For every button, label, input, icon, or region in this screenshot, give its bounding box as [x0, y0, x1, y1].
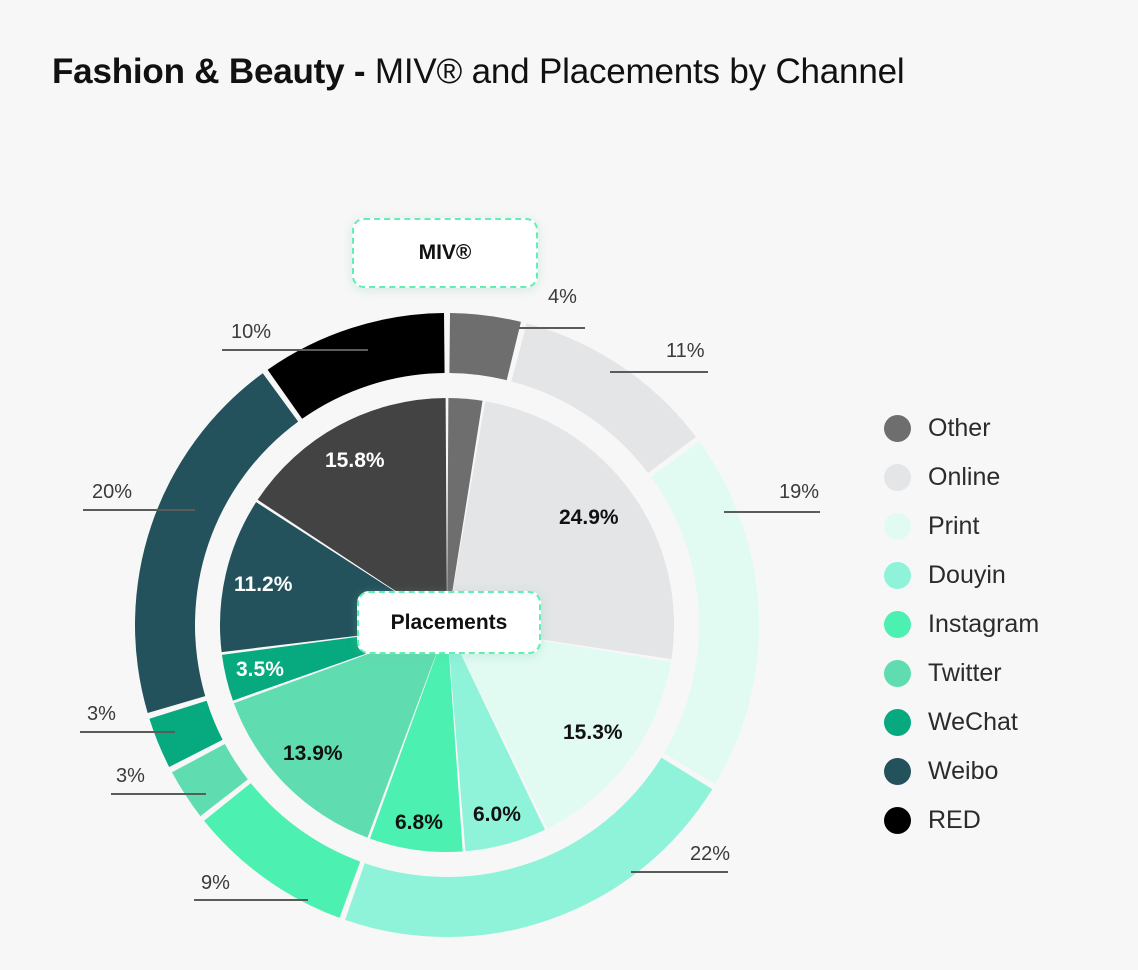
outer-ring-callout-label: 9% — [201, 872, 230, 894]
inner-pie-value-label: 6.0% — [473, 803, 521, 826]
legend-item-label: Twitter — [928, 659, 1002, 687]
inner-pie-value-label: 15.3% — [563, 721, 623, 744]
outer-ring-callout-label: 4% — [548, 286, 577, 308]
legend-item-label: Other — [928, 414, 991, 442]
outer-ring-callout-line — [83, 509, 195, 511]
legend-swatch-icon — [884, 611, 911, 638]
legend-item-label: RED — [928, 806, 981, 834]
legend-item-label: Instagram — [928, 610, 1040, 638]
page-title-bold: Fashion & Beauty - — [52, 52, 366, 91]
page-title-regular: MIV® and Placements by Channel — [365, 52, 905, 91]
inner-pie-value-label: 3.5% — [236, 658, 284, 681]
outer-ring-callout-line — [80, 731, 175, 733]
outer-ring-callout-line — [519, 327, 585, 329]
legend-swatch-icon — [884, 415, 911, 442]
outer-ring-callout-line — [194, 899, 308, 901]
legend-item-label: Print — [928, 512, 980, 540]
legend-item-twitter[interactable]: Twitter — [884, 649, 1114, 698]
legend-item-red[interactable]: RED — [884, 796, 1114, 845]
outer-ring-callout-label: 20% — [92, 481, 133, 503]
outer-ring-callout-line — [222, 349, 368, 351]
inner-pie-value-label: 15.8% — [325, 449, 385, 472]
outer-ring-callout-label: 3% — [116, 765, 145, 787]
outer-ring-callout-label: 22% — [690, 843, 731, 865]
legend-item-label: WeChat — [928, 708, 1018, 736]
page-title: Fashion & Beauty - MIV® and Placements b… — [52, 52, 905, 92]
placements-badge: Placements — [357, 591, 541, 654]
legend-item-label: Douyin — [928, 561, 1006, 589]
outer-ring-segment-other[interactable] — [449, 313, 521, 381]
outer-ring-callout-label: 11% — [666, 340, 705, 362]
miv-badge: MIV® — [352, 218, 538, 288]
legend-item-print[interactable]: Print — [884, 502, 1114, 551]
legend-swatch-icon — [884, 660, 911, 687]
legend-swatch-icon — [884, 464, 911, 491]
legend-item-weibo[interactable]: Weibo — [884, 747, 1114, 796]
legend-item-wechat[interactable]: WeChat — [884, 698, 1114, 747]
legend-item-douyin[interactable]: Douyin — [884, 551, 1114, 600]
legend-swatch-icon — [884, 513, 911, 540]
outer-ring-callout-line — [631, 871, 728, 873]
inner-pie-value-label: 24.9% — [559, 506, 619, 529]
legend-item-other[interactable]: Other — [884, 404, 1114, 453]
legend-item-online[interactable]: Online — [884, 453, 1114, 502]
legend-item-instagram[interactable]: Instagram — [884, 600, 1114, 649]
outer-ring-callout-line — [111, 793, 206, 795]
outer-ring-callout-label: 19% — [779, 481, 820, 503]
inner-pie-value-label: 6.8% — [395, 811, 443, 834]
legend-swatch-icon — [884, 562, 911, 589]
outer-ring-callout-line — [724, 511, 820, 513]
legend-swatch-icon — [884, 758, 911, 785]
outer-ring-callout-line — [610, 371, 708, 373]
legend-swatch-icon — [884, 709, 911, 736]
outer-ring-callout-label: 3% — [87, 703, 116, 725]
legend-item-label: Weibo — [928, 757, 999, 785]
outer-ring-callout-label: 10% — [231, 321, 272, 343]
legend-item-label: Online — [928, 463, 1001, 491]
legend-swatch-icon — [884, 807, 911, 834]
inner-pie-value-label: 13.9% — [283, 742, 343, 765]
inner-pie-value-label: 11.2% — [234, 573, 293, 596]
legend: Other Online Print Douyin Instagram Twitter We… — [884, 404, 1114, 845]
